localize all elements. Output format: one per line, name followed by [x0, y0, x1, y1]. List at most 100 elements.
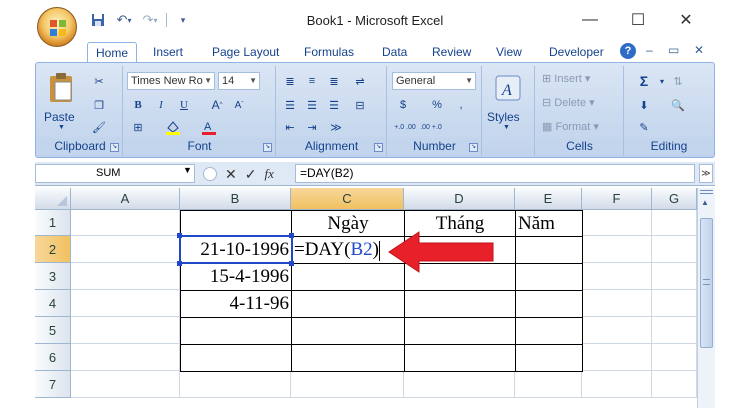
- reference-handle-bottom-right[interactable]: [289, 261, 294, 266]
- row-header-5[interactable]: 5: [35, 317, 71, 344]
- align-right-icon[interactable]: ☰: [325, 96, 343, 114]
- cell-e3[interactable]: [515, 263, 583, 291]
- row-header-4[interactable]: 4: [35, 290, 71, 317]
- cell-a7[interactable]: [71, 371, 180, 398]
- paste-button[interactable]: [42, 68, 80, 108]
- borders-icon[interactable]: ⊞: [129, 118, 147, 136]
- cell-a2[interactable]: [71, 236, 180, 263]
- percent-icon[interactable]: %: [428, 96, 446, 114]
- autosum-icon[interactable]: Σ: [635, 72, 653, 90]
- align-top-icon[interactable]: ≣: [281, 72, 299, 90]
- ribbon-close-icon[interactable]: ✕: [694, 43, 704, 57]
- format-cells-button[interactable]: ▦ Format ▾: [542, 120, 599, 133]
- sort-filter-icon[interactable]: ⇅: [669, 72, 687, 90]
- cell-b6[interactable]: [180, 344, 292, 372]
- bold-icon[interactable]: B: [129, 96, 147, 114]
- name-box-dropdown-icon[interactable]: ▼: [183, 165, 192, 175]
- cell-b3[interactable]: 15-4-1996: [180, 263, 292, 291]
- tab-home[interactable]: Home: [87, 42, 138, 62]
- row-header-7[interactable]: 7: [35, 371, 71, 398]
- find-select-icon[interactable]: 🔍: [669, 96, 687, 114]
- cell-d6[interactable]: [404, 344, 516, 372]
- column-header-c[interactable]: C: [291, 188, 404, 210]
- cell-e4[interactable]: [515, 290, 583, 318]
- currency-icon[interactable]: $: [394, 96, 412, 114]
- cell-f2[interactable]: [582, 236, 652, 263]
- cell-f4[interactable]: [582, 290, 652, 317]
- italic-icon[interactable]: I: [152, 96, 170, 114]
- row-header-2[interactable]: 2: [35, 236, 71, 263]
- cell-f5[interactable]: [582, 317, 652, 344]
- row-header-1[interactable]: 1: [35, 210, 71, 236]
- comma-icon[interactable]: ,: [452, 96, 470, 114]
- expand-formula-icon[interactable]: ≫: [699, 164, 713, 183]
- alignment-launcher-icon[interactable]: ↘: [374, 143, 383, 152]
- clipboard-launcher-icon[interactable]: ↘: [110, 143, 119, 152]
- tab-insert[interactable]: Insert: [145, 42, 191, 62]
- cell-g7[interactable]: [652, 371, 697, 398]
- confirm-entry-icon[interactable]: ✓: [245, 166, 257, 183]
- cell-g6[interactable]: [652, 344, 697, 371]
- cut-icon[interactable]: ✂: [90, 72, 108, 90]
- align-bottom-icon[interactable]: ≣: [325, 72, 343, 90]
- cell-f1[interactable]: [582, 210, 652, 236]
- maximize-button[interactable]: ☐: [618, 8, 658, 32]
- align-center-icon[interactable]: ☰: [303, 96, 321, 114]
- wrap-text-icon[interactable]: ⇌: [351, 72, 369, 90]
- paste-dropdown-icon[interactable]: ▼: [58, 124, 65, 131]
- split-box-icon[interactable]: [700, 190, 713, 194]
- fill-icon[interactable]: ⬇: [635, 96, 653, 114]
- fill-color-icon[interactable]: [164, 118, 182, 136]
- cell-e7[interactable]: [515, 371, 582, 398]
- orientation-icon[interactable]: ≫: [327, 118, 345, 136]
- row-header-3[interactable]: 3: [35, 263, 71, 290]
- delete-cells-button[interactable]: ⊟ Delete ▾: [542, 96, 595, 109]
- cell-b7[interactable]: [180, 371, 291, 398]
- column-header-e[interactable]: E: [515, 188, 582, 210]
- increase-decimal-icon[interactable]: +.0 .00: [394, 118, 416, 136]
- align-left-icon[interactable]: ☰: [281, 96, 299, 114]
- column-header-b[interactable]: B: [180, 188, 291, 210]
- formula-input[interactable]: =DAY(B2): [295, 164, 695, 183]
- scrollbar-thumb[interactable]: [700, 218, 713, 348]
- tab-view[interactable]: View: [488, 42, 530, 62]
- cell-f7[interactable]: [582, 371, 652, 398]
- clear-icon[interactable]: ✎: [635, 118, 653, 136]
- cell-c6[interactable]: [291, 344, 405, 372]
- tab-page-layout[interactable]: Page Layout: [204, 42, 287, 62]
- cell-e5[interactable]: [515, 317, 583, 345]
- cell-a4[interactable]: [71, 290, 180, 317]
- cell-a1[interactable]: [71, 210, 180, 236]
- cell-g4[interactable]: [652, 290, 697, 317]
- cell-g3[interactable]: [652, 263, 697, 290]
- merge-center-icon[interactable]: ⊟: [351, 96, 369, 114]
- scroll-up-icon[interactable]: ▲: [701, 198, 709, 207]
- insert-cells-button[interactable]: ⊞ Insert ▾: [542, 72, 590, 85]
- vertical-scrollbar[interactable]: ▲: [697, 188, 715, 408]
- tab-review[interactable]: Review: [424, 42, 479, 62]
- column-header-d[interactable]: D: [404, 188, 515, 210]
- cancel-entry-icon[interactable]: ✕: [225, 166, 237, 183]
- cell-e6[interactable]: [515, 344, 583, 372]
- cell-b2[interactable]: 21-10-1996: [180, 236, 292, 264]
- cell-d7[interactable]: [404, 371, 515, 398]
- align-middle-icon[interactable]: ≡: [303, 72, 321, 90]
- grow-font-icon[interactable]: A ^: [208, 96, 226, 114]
- cell-g2[interactable]: [652, 236, 697, 263]
- increase-indent-icon[interactable]: ⇥: [303, 118, 321, 136]
- column-header-a[interactable]: A: [71, 188, 180, 210]
- cell-c5[interactable]: [291, 317, 405, 345]
- name-box[interactable]: SUM: [35, 164, 195, 183]
- cell-f6[interactable]: [582, 344, 652, 371]
- ribbon-minimize-icon[interactable]: –: [646, 43, 653, 57]
- font-size-combo[interactable]: 14 ▼: [218, 72, 260, 90]
- styles-dropdown-icon[interactable]: ▼: [503, 124, 510, 131]
- column-header-f[interactable]: F: [582, 188, 652, 210]
- cell-d4[interactable]: [404, 290, 516, 318]
- cell-c7[interactable]: [291, 371, 404, 398]
- minimize-button[interactable]: —: [570, 8, 610, 32]
- select-all-button[interactable]: [35, 188, 71, 210]
- format-painter-icon[interactable]: 🖌: [90, 118, 108, 136]
- cell-b5[interactable]: [180, 317, 292, 345]
- reference-handle-top-left[interactable]: [177, 233, 182, 238]
